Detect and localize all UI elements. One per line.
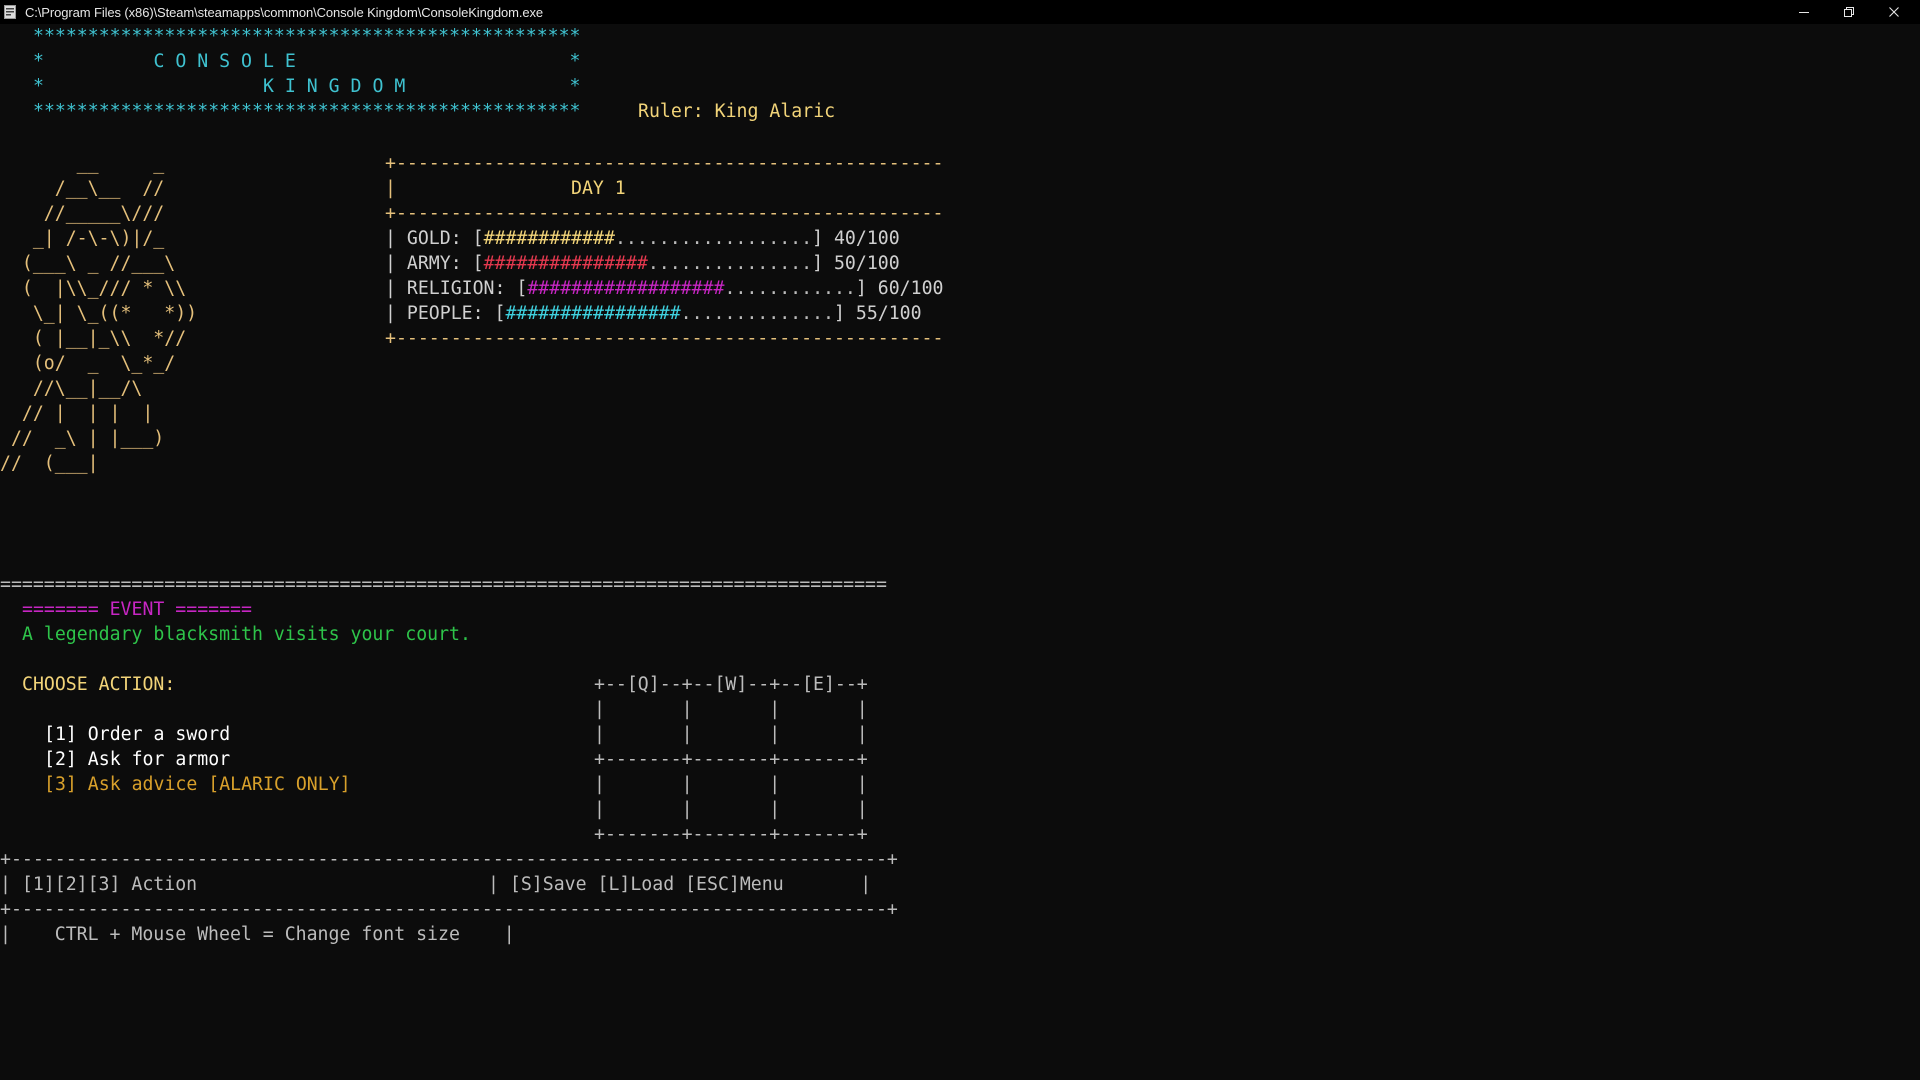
gold-value: 40/100: [833, 228, 900, 249]
stats-border-top: +---------------------------------------…: [385, 153, 944, 174]
action-key-1: [1]: [44, 724, 77, 745]
keypad-row: | | | |: [594, 774, 868, 795]
event-description: A legendary blacksmith visits your court…: [22, 624, 471, 645]
keypad-bottom: +-------+-------+-------+: [594, 824, 868, 845]
art-line: // (___|: [0, 453, 99, 474]
gold-bar-fill: ############: [483, 228, 615, 249]
action-option-3[interactable]: [3] Ask advice [ALARIC ONLY]: [44, 772, 351, 797]
window-title: C:\Program Files (x86)\Steam\steamapps\c…: [25, 4, 544, 20]
keypad-row: | | | |: [594, 724, 868, 745]
stats-day-prefix: |: [385, 178, 396, 199]
gold-bar-close: ]: [812, 228, 834, 249]
header-border-top: ****************************************…: [33, 26, 581, 47]
font-size-hint: | CTRL + Mouse Wheel = Change font size …: [0, 924, 515, 945]
stat-row-people: | PEOPLE: [################.............…: [385, 301, 922, 326]
keypad-top: +--[Q]--+--[W]--+--[E]--+: [594, 674, 868, 695]
close-button[interactable]: [1871, 0, 1916, 24]
action-text-3: Ask advice [ALARIC ONLY]: [76, 774, 351, 795]
keypad-row: | | | |: [594, 699, 868, 720]
army-bar-close: ]: [812, 253, 834, 274]
stats-border-mid: +---------------------------------------…: [385, 203, 944, 224]
stat-label-army: | ARMY: [: [385, 253, 484, 274]
title-bar[interactable]: C:\Program Files (x86)\Steam\steamapps\c…: [0, 0, 1920, 24]
restore-icon: [1843, 7, 1854, 17]
art-line: \_| \_((* *)): [0, 303, 198, 324]
action-text-2: Ask for armor: [76, 749, 231, 770]
religion-bar-empty: ............: [724, 278, 856, 299]
people-bar-close: ]: [833, 303, 856, 324]
console-window: C:\Program Files (x86)\Steam\steamapps\c…: [0, 0, 1920, 1080]
army-bar-empty: ...............: [647, 253, 813, 274]
army-value: 50/100: [833, 253, 900, 274]
stat-row-gold: | GOLD: [############..................]…: [385, 226, 900, 251]
gold-bar-empty: ..................: [614, 228, 813, 249]
footer-border-top: +---------------------------------------…: [0, 849, 898, 870]
action-key-3: [3]: [44, 774, 77, 795]
art-line: /__\__ //: [0, 178, 165, 199]
header-border-bottom: ****************************************…: [33, 101, 581, 122]
day-counter: DAY 1: [571, 178, 626, 199]
stat-label-gold: | GOLD: [: [385, 228, 484, 249]
stat-label-people: | PEOPLE: [: [385, 303, 506, 324]
event-separator: ========================================…: [0, 574, 887, 595]
art-line: //\__|__/\: [0, 378, 143, 399]
art-line: // | | | |: [0, 403, 154, 424]
people-bar-fill: ################: [505, 303, 681, 324]
stat-row-religion: | RELIGION: [##################.........…: [385, 276, 943, 301]
action-option-2[interactable]: [2] Ask for armor: [44, 747, 230, 772]
art-line: // _\ | |___): [0, 428, 165, 449]
footer-border-bottom: +---------------------------------------…: [0, 899, 898, 920]
title-kingdom: * K I N G D O M *: [33, 76, 581, 97]
army-bar-fill: ###############: [483, 253, 648, 274]
title-console: * C O N S O L E *: [33, 51, 581, 72]
console-app-icon: [4, 5, 18, 19]
footer-menu-cell: | [S]Save [L]Load [ESC]Menu |: [488, 874, 872, 895]
minimize-icon: [1798, 12, 1809, 13]
stat-row-army: | ARMY: [###############...............]…: [385, 251, 900, 276]
footer-actions-cell: | [1][2][3] Action: [0, 874, 198, 895]
stats-border-bottom: +---------------------------------------…: [385, 328, 944, 349]
close-icon: [1888, 7, 1899, 17]
art-line: (o/ _ \_*_/: [0, 353, 176, 374]
art-line: //_____\///: [0, 203, 165, 224]
stat-label-religion: | RELIGION: [: [385, 278, 528, 299]
console-output[interactable]: ****************************************…: [0, 24, 1920, 1080]
art-line: (___\ _ //___\: [0, 253, 176, 274]
religion-value: 60/100: [877, 278, 944, 299]
art-line: ( |\\_/// * \\: [0, 278, 187, 299]
art-line: _| /-\-\)|/_: [0, 228, 165, 249]
people-value: 55/100: [855, 303, 922, 324]
action-option-1[interactable]: [1] Order a sword: [44, 722, 230, 747]
art-line: ( |__|_\\ *//: [0, 328, 187, 349]
action-text-1: Order a sword: [76, 724, 231, 745]
ruler-label: Ruler: King Alaric: [638, 101, 836, 122]
event-header: ======= EVENT =======: [22, 599, 252, 620]
choose-action-prompt: CHOOSE ACTION:: [22, 674, 176, 695]
minimize-button[interactable]: [1781, 0, 1826, 24]
art-line: __ _: [0, 153, 165, 174]
keypad-mid: +-------+-------+-------+: [594, 749, 868, 770]
restore-button[interactable]: [1826, 0, 1871, 24]
action-key-2: [2]: [44, 749, 77, 770]
people-bar-empty: ..............: [680, 303, 834, 324]
keypad-row: | | | |: [594, 799, 868, 820]
religion-bar-fill: ##################: [527, 278, 725, 299]
religion-bar-close: ]: [855, 278, 878, 299]
